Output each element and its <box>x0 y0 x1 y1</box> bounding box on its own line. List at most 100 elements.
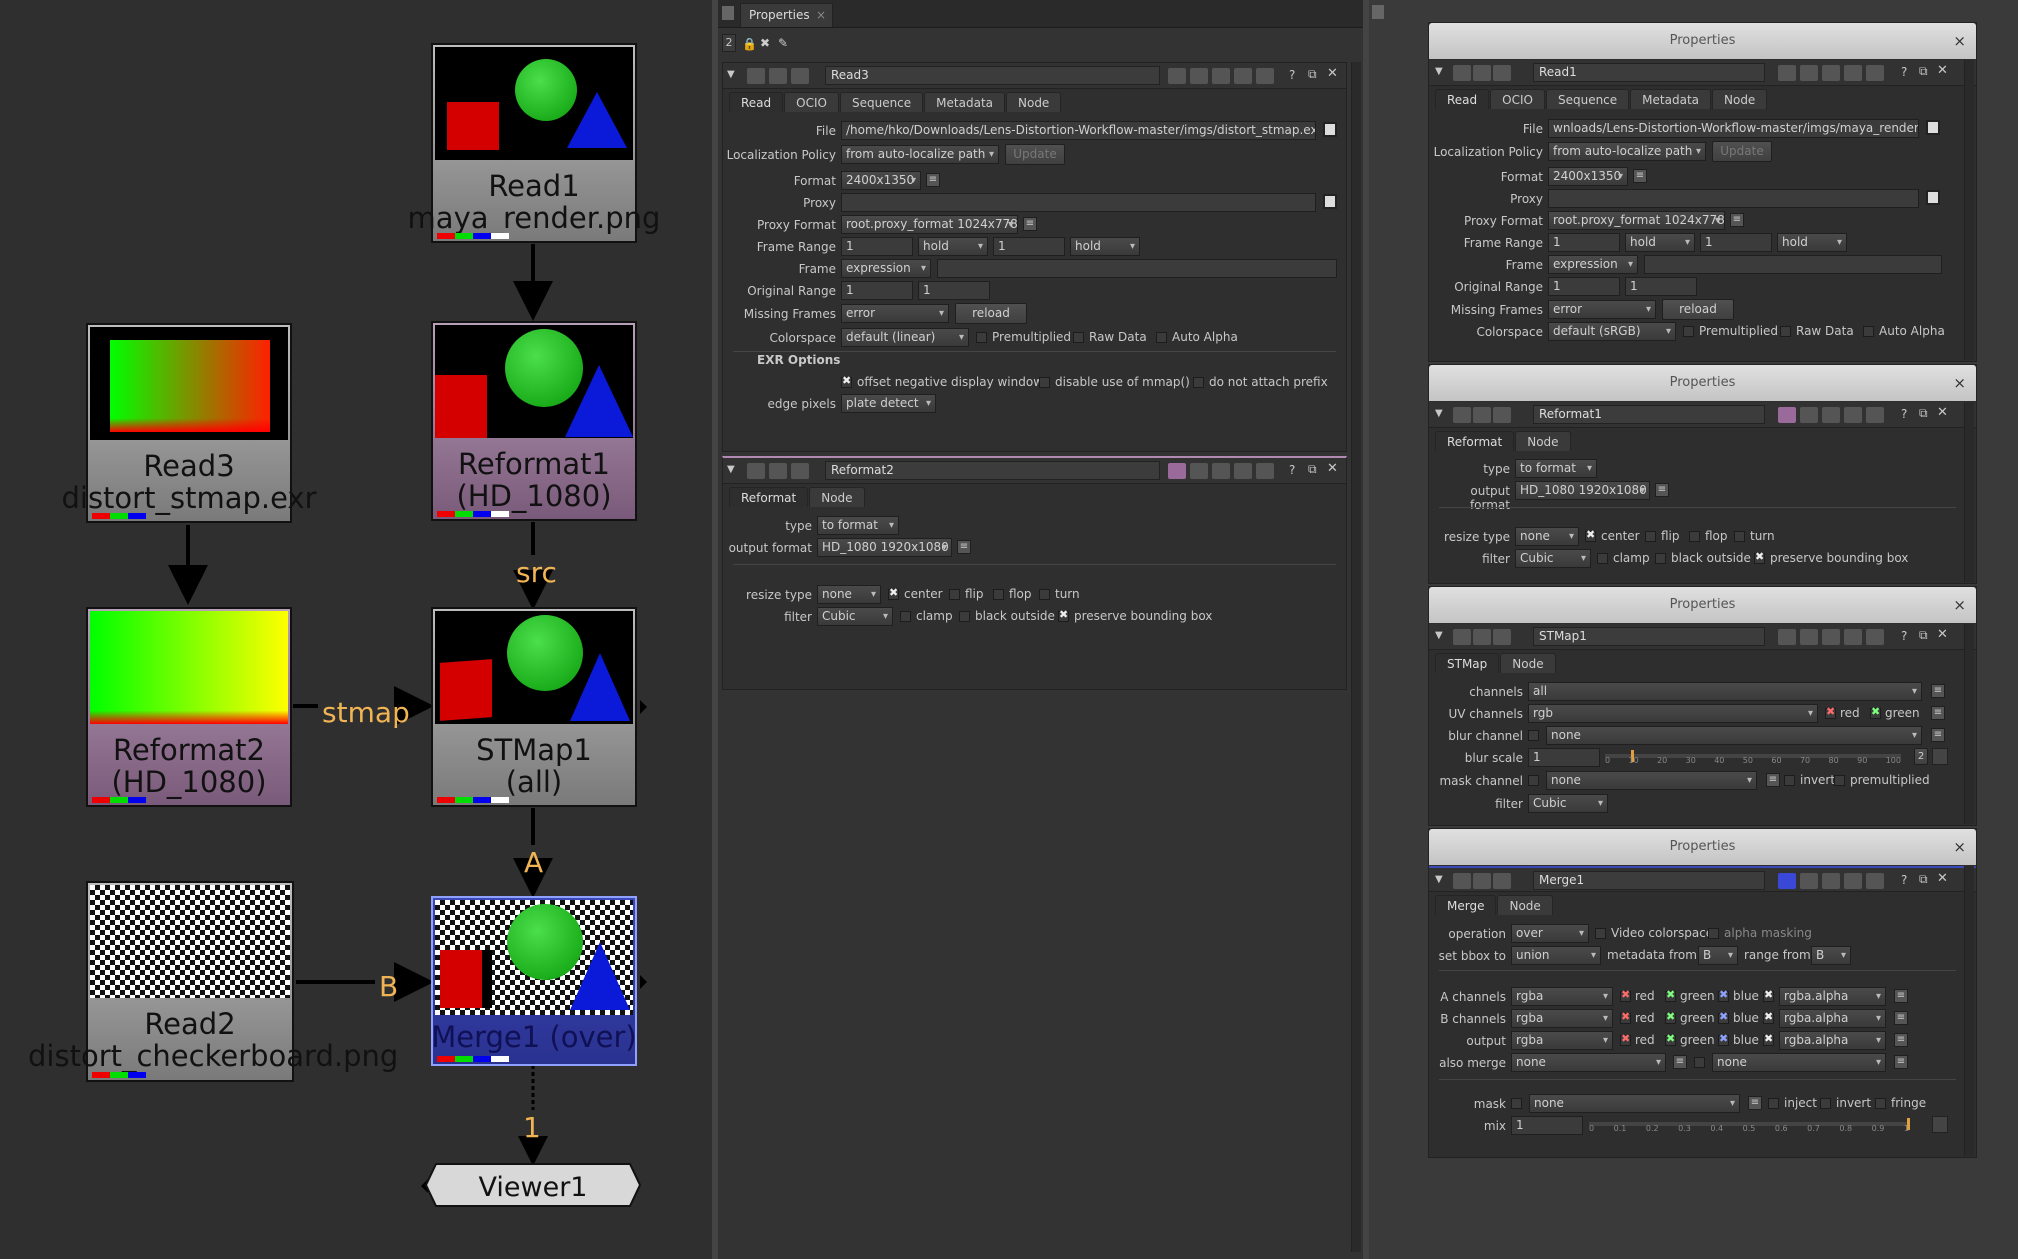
turn-checkbox[interactable] <box>1734 531 1745 542</box>
centre-icon[interactable] <box>1493 65 1511 81</box>
mask-channel-dropdown[interactable]: none <box>1546 771 1757 790</box>
viewer-icon[interactable] <box>747 463 765 479</box>
tab-node[interactable]: Node <box>1497 895 1553 915</box>
color2-icon[interactable] <box>1800 407 1818 423</box>
revert-icon[interactable] <box>1256 68 1274 84</box>
proxy-format-menu-button[interactable]: ≡ <box>1023 217 1037 231</box>
offset-negative-checkbox[interactable] <box>841 374 852 388</box>
tab-sequence[interactable]: Sequence <box>839 92 924 112</box>
undo-icon[interactable] <box>1212 463 1230 479</box>
float-icon[interactable]: ⧉ <box>1919 406 1928 421</box>
mix-slider[interactable]: 0 0.1 0.2 0.3 0.4 0.5 0.6 0.7 0.8 0.9 1 <box>1589 1116 1910 1135</box>
invert-checkbox[interactable] <box>1784 775 1795 786</box>
revert-icon[interactable] <box>1256 463 1274 479</box>
revert-icon[interactable] <box>1866 873 1884 889</box>
out-menu-button[interactable]: ≡ <box>1894 1033 1908 1047</box>
frame-expression-field[interactable] <box>1644 255 1942 274</box>
center-checkbox[interactable] <box>888 586 899 600</box>
b-red-checkbox[interactable] <box>1620 1010 1631 1024</box>
viewer-icon[interactable] <box>747 68 765 84</box>
out-blue-checkbox[interactable] <box>1718 1032 1729 1046</box>
invert-checkbox[interactable] <box>1820 1098 1831 1109</box>
flip-checkbox[interactable] <box>1645 531 1656 542</box>
color2-icon[interactable] <box>1800 65 1818 81</box>
mask-checkbox[interactable] <box>1511 1098 1522 1109</box>
centre-icon[interactable] <box>1493 873 1511 889</box>
frame-range-last[interactable]: 1 <box>993 237 1065 256</box>
color2-icon[interactable] <box>1190 463 1208 479</box>
black-outside-checkbox[interactable] <box>1655 553 1666 564</box>
redo-icon[interactable] <box>1844 65 1862 81</box>
range-from-dropdown[interactable]: B <box>1811 946 1851 965</box>
undo-icon[interactable] <box>1822 629 1840 645</box>
file-field[interactable]: wnloads/Lens-Distortion-Workflow-master/… <box>1548 119 1919 138</box>
b-blue-checkbox[interactable] <box>1718 1010 1729 1024</box>
raw-data-checkbox[interactable] <box>1073 332 1084 343</box>
float-icon[interactable]: ⧉ <box>1919 628 1928 643</box>
original-range-first[interactable]: 1 <box>841 281 913 300</box>
tab-ocio[interactable]: OCIO <box>784 92 839 112</box>
undo-icon[interactable] <box>1212 68 1230 84</box>
mask-menu-button[interactable]: ≡ <box>1766 773 1780 787</box>
missing-frames-dropdown[interactable]: error <box>841 304 949 323</box>
proxy-format-dropdown[interactable]: root.proxy_format 1024x778 <box>841 215 1018 234</box>
node-name-field[interactable]: Reformat2 <box>825 461 1160 480</box>
color-icon[interactable] <box>1778 65 1796 81</box>
tab-reformat[interactable]: Reformat <box>729 487 809 507</box>
also-merge-menu-button-2[interactable]: ≡ <box>1894 1055 1908 1069</box>
missing-frames-dropdown[interactable]: error <box>1548 300 1656 319</box>
filter-dropdown[interactable]: Cubic <box>1528 794 1608 813</box>
b-green-checkbox[interactable] <box>1665 1010 1676 1024</box>
premultiplied-checkbox[interactable] <box>1683 326 1694 337</box>
undo-icon[interactable] <box>1822 873 1840 889</box>
viewer-icon[interactable] <box>1453 407 1471 423</box>
clamp-checkbox[interactable] <box>1597 553 1608 564</box>
edge-pixels-dropdown[interactable]: plate detect <box>841 394 936 413</box>
collapse-icon[interactable]: ▼ <box>727 69 735 80</box>
close-icon[interactable]: × <box>1953 365 1966 401</box>
reload-button[interactable]: reload <box>955 303 1027 324</box>
redo-icon[interactable] <box>1844 629 1862 645</box>
tab-metadata[interactable]: Metadata <box>924 92 1005 112</box>
bbox-dropdown[interactable]: union <box>1511 946 1601 965</box>
scrollbar[interactable] <box>1964 866 1974 1156</box>
b-alpha-dropdown[interactable]: rgba.alpha <box>1779 1009 1886 1028</box>
scrollbar[interactable] <box>1964 402 1974 582</box>
video-colorspace-checkbox[interactable] <box>1595 928 1606 939</box>
update-button[interactable]: Update <box>1712 141 1772 162</box>
node-name-field[interactable]: Reformat1 <box>1533 405 1765 424</box>
raw-data-checkbox[interactable] <box>1780 326 1791 337</box>
help-icon[interactable]: ? <box>1901 65 1907 79</box>
inject-checkbox[interactable] <box>1768 1098 1779 1109</box>
flop-checkbox[interactable] <box>1689 531 1700 542</box>
collapse-icon[interactable]: ▼ <box>727 464 735 475</box>
resize-type-dropdown[interactable]: none <box>817 585 881 604</box>
close-icon[interactable]: × <box>816 4 826 26</box>
node-name-field[interactable]: Merge1 <box>1533 871 1765 890</box>
out-alpha-checkbox[interactable] <box>1763 1032 1774 1046</box>
frame-expression-field[interactable] <box>937 259 1337 278</box>
revert-icon[interactable] <box>1866 407 1884 423</box>
window-titlebar[interactable]: Properties × <box>1429 365 1976 401</box>
node-name-field[interactable]: STMap1 <box>1533 627 1765 646</box>
format-dropdown[interactable]: 2400x1350 <box>1548 167 1628 186</box>
tab-read[interactable]: Read <box>1435 89 1490 109</box>
output-format-menu-button[interactable]: ≡ <box>957 540 971 554</box>
window-titlebar[interactable]: Properties × <box>1429 587 1976 623</box>
close-icon[interactable]: × <box>1953 587 1966 623</box>
tab-reformat[interactable]: Reformat <box>1435 431 1515 451</box>
premultiplied-checkbox[interactable] <box>1834 775 1845 786</box>
node-icon[interactable] <box>1473 65 1491 81</box>
turn-checkbox[interactable] <box>1039 589 1050 600</box>
node-read2[interactable]: Read2 distort_checkerboard.png <box>28 881 398 1082</box>
tab-sequence[interactable]: Sequence <box>1545 89 1630 109</box>
out-red-checkbox[interactable] <box>1620 1032 1631 1046</box>
splitter-right[interactable] <box>1363 0 1369 1259</box>
node-name-field[interactable]: Read3 <box>825 66 1160 85</box>
a-blue-checkbox[interactable] <box>1718 988 1729 1002</box>
close-icon[interactable]: × <box>1953 829 1966 865</box>
color-icon[interactable] <box>1778 873 1796 889</box>
format-menu-button[interactable]: ≡ <box>1633 169 1647 183</box>
folder-icon[interactable] <box>1323 194 1337 209</box>
no-prefix-checkbox[interactable] <box>1193 377 1204 388</box>
